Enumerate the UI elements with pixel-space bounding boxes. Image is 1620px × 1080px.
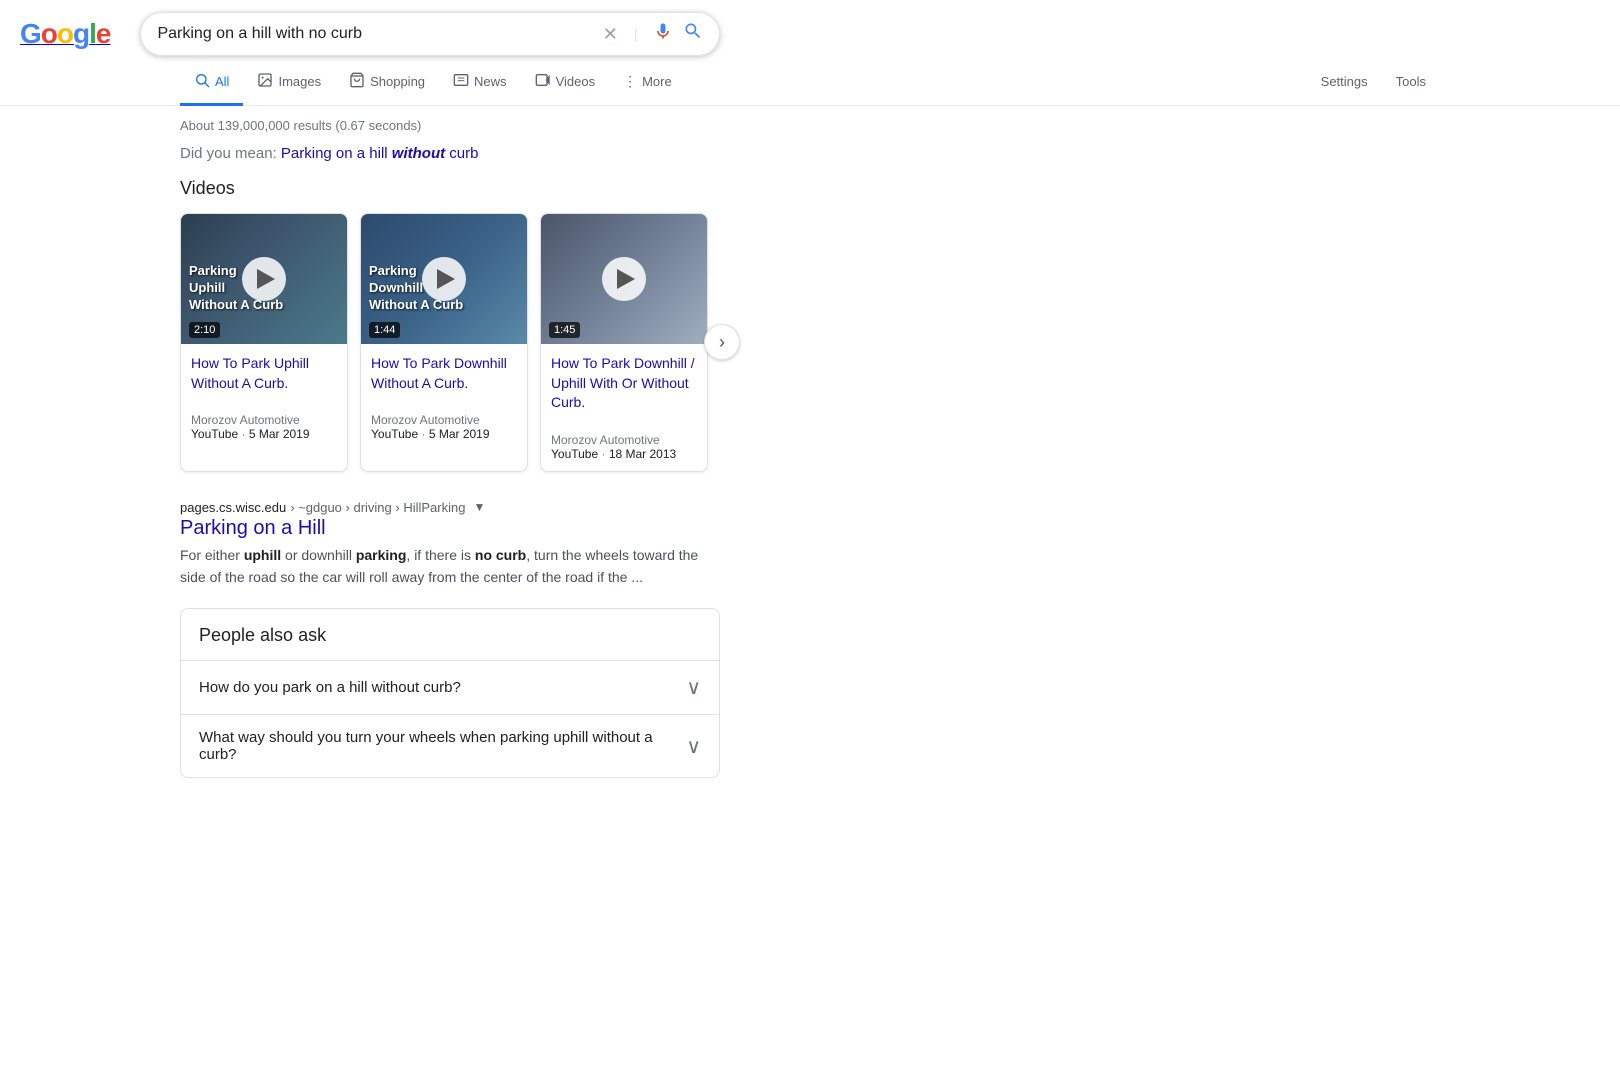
play-triangle-2 <box>437 269 455 289</box>
result-url: pages.cs.wisc.edu › ~gdguo › driving › H… <box>180 500 720 515</box>
videos-next-button[interactable]: › <box>704 324 740 360</box>
nav-item-all[interactable]: All <box>180 60 243 106</box>
video-title-1: How To Park Uphill Without A Curb. <box>191 354 337 393</box>
logo-g2: g <box>73 18 89 49</box>
shopping-icon <box>349 72 365 91</box>
header: Google ✕ | <box>0 0 1620 56</box>
logo-g: G <box>20 18 41 49</box>
more-icon: ⋮ <box>623 73 637 90</box>
paa-question-2: What way should you turn your wheels whe… <box>199 729 686 763</box>
logo-l: l <box>89 18 96 49</box>
result-title[interactable]: Parking on a Hill <box>180 517 720 540</box>
video-title-3: How To Park Downhill / Uphill With Or Wi… <box>551 354 697 413</box>
video-duration-1: 2:10 <box>189 322 220 338</box>
video-thumb-3: 1:45 <box>541 214 707 344</box>
play-button-3[interactable] <box>602 257 646 301</box>
nav-item-shopping[interactable]: Shopping <box>335 60 439 106</box>
clear-icon[interactable]: ✕ <box>603 24 618 45</box>
video-info-3: How To Park Downhill / Uphill With Or Wi… <box>541 344 707 471</box>
search-icons: ✕ | <box>603 21 704 47</box>
result-dropdown-icon[interactable]: ▼ <box>473 500 485 514</box>
video-source-1: Morozov Automotive YouTube · 5 Mar 2019 <box>191 413 337 441</box>
search-bar: ✕ | <box>140 12 720 56</box>
microphone-icon[interactable] <box>653 21 673 47</box>
play-triangle-3 <box>617 269 635 289</box>
news-icon <box>453 72 469 91</box>
paa-item-1[interactable]: How do you park on a hill without curb? … <box>181 660 719 714</box>
play-button-1[interactable] <box>242 257 286 301</box>
search-nav: All Images Shopping News Videos ⋮ More S… <box>0 60 1620 106</box>
logo-e: e <box>96 18 111 49</box>
nav-item-videos[interactable]: Videos <box>521 60 610 106</box>
nav-settings[interactable]: Settings <box>1307 62 1382 104</box>
did-you-mean-label: Did you mean: <box>180 145 277 162</box>
paa-item-2[interactable]: What way should you turn your wheels whe… <box>181 714 719 777</box>
videos-section: Videos Parking Uphill Without A Curb 2:1… <box>180 178 720 472</box>
video-thumb-1: Parking Uphill Without A Curb 2:10 <box>181 214 347 344</box>
result-snippet: For either uphill or downhill parking, i… <box>180 544 720 588</box>
paa-question-1: How do you park on a hill without curb? <box>199 679 461 696</box>
logo-o1: o <box>41 18 57 49</box>
google-logo[interactable]: Google <box>20 18 120 50</box>
video-duration-2: 1:44 <box>369 322 400 338</box>
nav-tools[interactable]: Tools <box>1382 62 1440 104</box>
video-title-2: How To Park Downhill Without A Curb. <box>371 354 517 393</box>
video-info-2: How To Park Downhill Without A Curb. Mor… <box>361 344 527 451</box>
video-card-2[interactable]: Parking Downhill Without A Curb 1:44 How… <box>360 213 528 472</box>
video-source-3: Morozov Automotive YouTube · 18 Mar 2013 <box>551 433 697 461</box>
did-you-mean: Did you mean: Parking on a hill without … <box>180 145 720 162</box>
did-you-mean-link[interactable]: Parking on a hill without curb <box>281 145 479 162</box>
paa-chevron-1: ∨ <box>686 675 701 700</box>
people-also-ask-section: People also ask How do you park on a hil… <box>180 608 720 778</box>
videos-icon <box>535 72 551 91</box>
images-icon <box>257 72 273 91</box>
video-thumb-2: Parking Downhill Without A Curb 1:44 <box>361 214 527 344</box>
play-triangle-1 <box>257 269 275 289</box>
search-result-1: pages.cs.wisc.edu › ~gdguo › driving › H… <box>180 500 720 588</box>
nav-item-more[interactable]: ⋮ More <box>609 61 686 105</box>
paa-title: People also ask <box>181 609 719 660</box>
play-button-2[interactable] <box>422 257 466 301</box>
nav-item-news[interactable]: News <box>439 60 521 106</box>
paa-chevron-2: ∨ <box>686 734 701 759</box>
search-input[interactable] <box>157 25 602 43</box>
results-count: About 139,000,000 results (0.67 seconds) <box>180 118 720 133</box>
videos-row: Parking Uphill Without A Curb 2:10 How T… <box>180 213 720 472</box>
search-submit-icon[interactable] <box>683 21 703 47</box>
all-icon <box>194 72 210 91</box>
logo-o2: o <box>57 18 73 49</box>
video-card-1[interactable]: Parking Uphill Without A Curb 2:10 How T… <box>180 213 348 472</box>
search-results-content: About 139,000,000 results (0.67 seconds)… <box>0 106 900 790</box>
video-duration-3: 1:45 <box>549 322 580 338</box>
video-source-2: Morozov Automotive YouTube · 5 Mar 2019 <box>371 413 517 441</box>
videos-section-title: Videos <box>180 178 720 199</box>
nav-item-images[interactable]: Images <box>243 60 335 106</box>
video-card-3[interactable]: 1:45 How To Park Downhill / Uphill With … <box>540 213 708 472</box>
video-info-1: How To Park Uphill Without A Curb. Moroz… <box>181 344 347 451</box>
divider: | <box>634 26 638 42</box>
